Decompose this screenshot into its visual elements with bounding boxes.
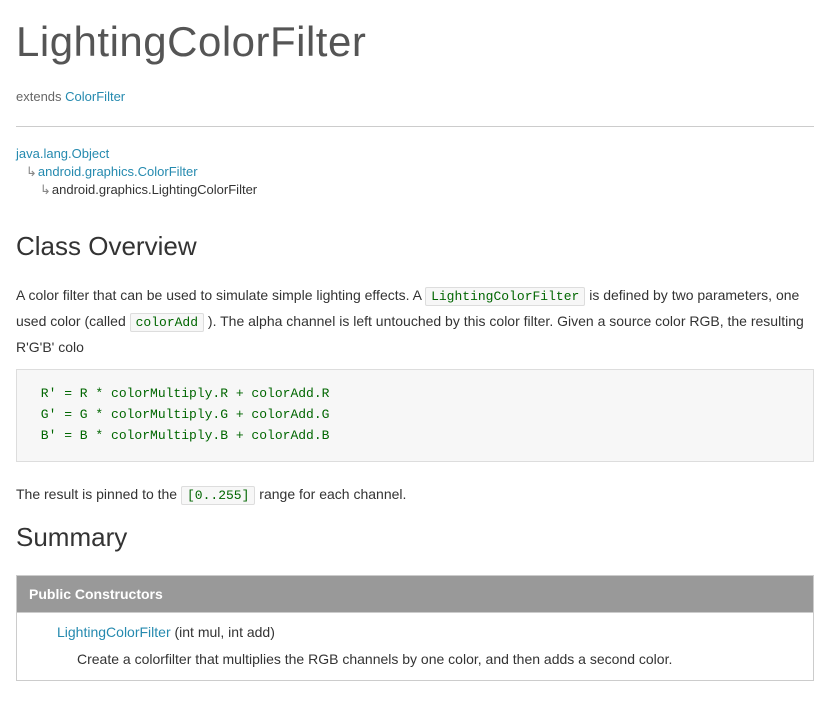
overview-paragraph: A color filter that can be used to simul…	[16, 283, 814, 359]
summary-table: Public Constructors LightingColorFilter …	[16, 575, 814, 681]
constructor-description: Create a colorfilter that multiplies the…	[57, 648, 801, 670]
constructor-link[interactable]: LightingColorFilter	[57, 624, 171, 640]
code-block: R' = R * colorMultiply.R + colorAdd.R G'…	[16, 369, 814, 461]
result-text: The result is pinned to the	[16, 486, 181, 502]
result-paragraph: The result is pinned to the [0..255] ran…	[16, 482, 814, 508]
summary-heading: Summary	[16, 517, 814, 559]
hierarchy-arrow-icon: ↳	[40, 182, 51, 197]
extends-row: extends ColorFilter	[16, 87, 814, 108]
constructor-signature: LightingColorFilter (int mul, int add)	[57, 621, 801, 643]
page-title: LightingColorFilter	[16, 8, 814, 75]
extends-label: extends	[16, 89, 62, 104]
overview-text: A color filter that can be used to simul…	[16, 287, 425, 303]
divider	[16, 126, 814, 127]
inline-code: colorAdd	[130, 313, 204, 332]
result-text: range for each channel.	[255, 486, 406, 502]
inline-code: LightingColorFilter	[425, 287, 585, 306]
hierarchy-arrow-icon: ↳	[26, 164, 37, 179]
hierarchy-link-colorfilter[interactable]: android.graphics.ColorFilter	[38, 164, 198, 179]
hierarchy-link-object[interactable]: java.lang.Object	[16, 146, 109, 161]
inline-code: [0..255]	[181, 486, 255, 505]
extends-link[interactable]: ColorFilter	[65, 89, 125, 104]
inheritance-hierarchy: java.lang.Object ↳android.graphics.Color…	[16, 145, 814, 200]
table-row: LightingColorFilter (int mul, int add) C…	[17, 612, 813, 680]
hierarchy-current-class: android.graphics.LightingColorFilter	[52, 182, 257, 197]
class-overview-heading: Class Overview	[16, 226, 814, 268]
constructors-header: Public Constructors	[17, 576, 813, 612]
constructor-params: (int mul, int add)	[171, 624, 275, 640]
